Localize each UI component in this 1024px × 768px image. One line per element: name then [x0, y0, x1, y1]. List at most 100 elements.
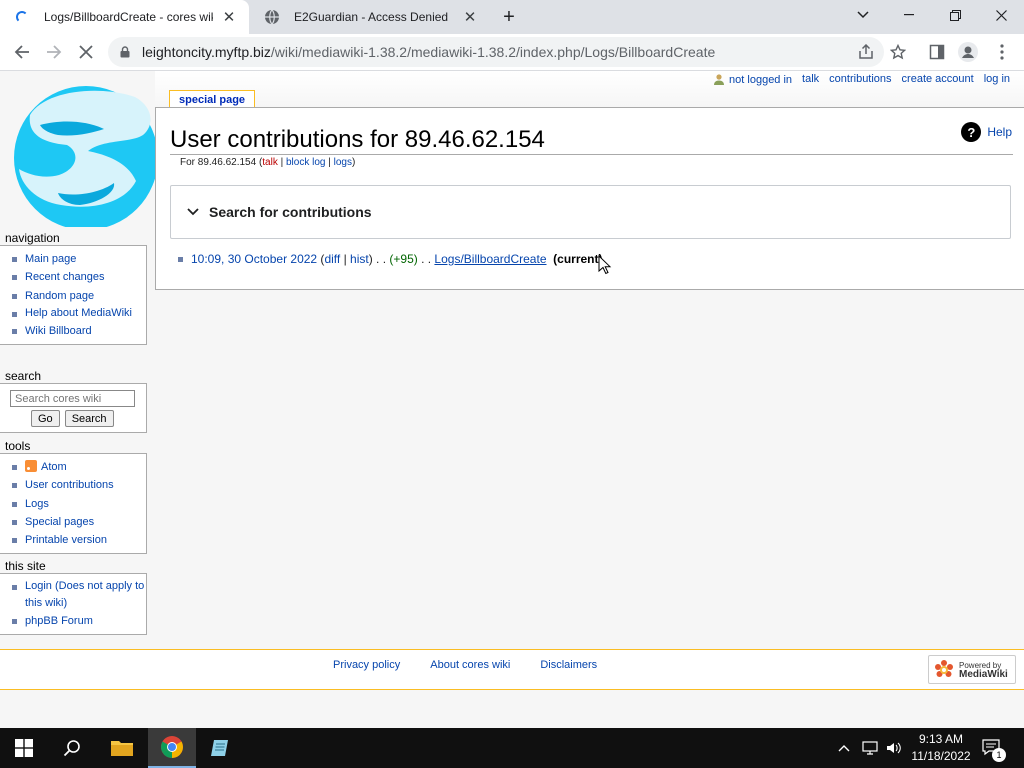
tools-body: Atom User contributions Logs Special pag… — [0, 453, 147, 555]
sidebar-link[interactable]: Login (Does not apply to this wiki) — [25, 580, 144, 609]
not-logged-in-item: not logged in — [713, 73, 792, 86]
chevron-down-icon[interactable] — [187, 208, 201, 216]
subtitle-suffix: ) — [351, 157, 356, 168]
current-marker: (current) — [553, 252, 603, 266]
contribution-timestamp-link[interactable]: 10:09, 30 October 2022 — [191, 252, 317, 266]
taskbar-search-button[interactable] — [48, 728, 96, 768]
bookmark-star-icon[interactable] — [888, 42, 908, 62]
search-input[interactable] — [10, 390, 135, 407]
sidebar-link[interactable]: User contributions — [25, 479, 114, 491]
sidebar-item-atom: Atom — [10, 458, 146, 476]
personal-tools: not logged in talk contributions create … — [713, 73, 1010, 86]
minimize-button[interactable] — [886, 0, 932, 30]
sidebar-link[interactable]: Recent changes — [25, 271, 105, 283]
privacy-policy-link[interactable]: Privacy policy — [333, 659, 400, 671]
sidebar-link[interactable]: Special pages — [25, 516, 94, 528]
rss-feed-icon[interactable] — [25, 460, 37, 472]
sidebar-link[interactable]: Help about MediaWiki — [25, 307, 132, 319]
sidebar-item-printable-version: Printable version — [10, 531, 146, 549]
show-hidden-icons-chevron[interactable] — [838, 728, 850, 768]
volume-icon[interactable] — [886, 728, 902, 768]
notepad-taskbar-button[interactable] — [196, 728, 244, 768]
close-tab-icon[interactable]: ✕ — [221, 9, 237, 26]
help-icon[interactable]: ? — [961, 122, 982, 142]
search-portlet: search Go Search — [0, 369, 147, 433]
contributions-subtitle: For 89.46.62.154 (talk | block log | log… — [180, 157, 355, 168]
powered-by-text: Powered by MediaWiki — [959, 661, 1008, 680]
tab-search-chevron-icon[interactable] — [840, 0, 886, 30]
chevron-up-icon — [838, 745, 850, 752]
tab-title: Logs/BillboardCreate - cores wiki — [44, 10, 213, 24]
sidebar-item-logs: Logs — [10, 495, 146, 513]
user-talk-link[interactable]: talk — [262, 157, 278, 168]
about-link[interactable]: About cores wiki — [430, 659, 510, 671]
diff-link[interactable]: diff — [324, 252, 340, 266]
entry-punctuation: ( — [317, 252, 325, 266]
block-log-link[interactable]: block log — [286, 157, 325, 168]
chrome-icon — [161, 736, 183, 758]
sidebar-link[interactable]: Random page — [25, 290, 94, 302]
windows-logo-icon — [15, 739, 33, 757]
sidebar-item-wiki-billboard: Wiki Billboard — [10, 322, 146, 340]
file-explorer-button[interactable] — [98, 728, 146, 768]
restore-button[interactable] — [932, 0, 978, 30]
contributions-link[interactable]: contributions — [829, 73, 891, 86]
chrome-taskbar-button[interactable] — [148, 728, 196, 768]
browser-tab-inactive[interactable]: E2Guardian - Access Denied ✕ — [250, 0, 490, 34]
side-panel-icon[interactable] — [927, 42, 947, 62]
logs-link[interactable]: logs — [334, 157, 352, 168]
search-contributions-label[interactable]: Search for contributions — [209, 204, 372, 220]
close-window-button[interactable] — [978, 0, 1024, 30]
notifications-button[interactable]: 1 — [982, 728, 1006, 768]
tab-special-page[interactable]: special page — [169, 90, 256, 108]
start-button[interactable] — [0, 728, 48, 768]
address-bar[interactable]: leightoncity.myftp.biz/wiki/mediawiki-1.… — [108, 37, 884, 67]
this-site-body: Login (Does not apply to this wiki) phpB… — [0, 573, 147, 636]
sidebar-link[interactable]: Wiki Billboard — [25, 325, 92, 337]
help-link[interactable]: ? Help — [961, 122, 1012, 142]
loading-spinner-icon — [14, 9, 30, 25]
create-account-link[interactable]: create account — [902, 73, 974, 86]
not-logged-in-link[interactable]: not logged in — [729, 74, 792, 86]
powered-by-mediawiki-badge[interactable]: Powered by MediaWiki — [928, 655, 1016, 684]
new-tab-button[interactable]: + — [497, 5, 521, 29]
hist-link[interactable]: hist — [350, 252, 369, 266]
sidebar-item-special-pages: Special pages — [10, 513, 146, 531]
browser-tab-strip: Logs/BillboardCreate - cores wiki ✕ E2Gu… — [0, 0, 1024, 34]
talk-link[interactable]: talk — [802, 73, 819, 86]
search-contributions-panel[interactable]: Search for contributions — [170, 185, 1011, 239]
help-label[interactable]: Help — [987, 125, 1012, 139]
subtitle-prefix: For 89.46.62.154 ( — [180, 157, 263, 168]
entry-punctuation: . . — [417, 252, 435, 266]
wiki-logo[interactable] — [0, 85, 158, 230]
close-tab-icon[interactable]: ✕ — [462, 9, 478, 26]
forward-button[interactable] — [40, 38, 68, 66]
search-button[interactable]: Search — [64, 410, 114, 427]
profile-avatar-icon[interactable] — [958, 42, 978, 62]
go-button[interactable]: Go — [31, 410, 60, 427]
network-icon[interactable] — [862, 728, 880, 768]
page-link[interactable]: Logs/BillboardCreate — [434, 252, 546, 266]
stop-loading-button[interactable] — [72, 38, 100, 66]
log-in-link[interactable]: log in — [984, 73, 1010, 86]
size-change: (+95) — [389, 252, 418, 266]
browser-menu-icon[interactable] — [992, 42, 1012, 62]
sidebar-link[interactable]: Atom — [41, 461, 67, 473]
disclaimers-link[interactable]: Disclaimers — [540, 659, 597, 671]
user-icon — [714, 74, 725, 85]
url-host: leightoncity.myftp.biz — [142, 44, 271, 60]
taskbar-clock[interactable]: 9:13 AM 11/18/2022 — [908, 731, 974, 765]
share-icon[interactable] — [856, 42, 876, 62]
sidebar-item-recent-changes: Recent changes — [10, 268, 146, 286]
entry-punctuation: ) . . — [368, 252, 390, 266]
back-button[interactable] — [8, 38, 36, 66]
lock-icon[interactable] — [118, 46, 132, 58]
sidebar-link[interactable]: Logs — [25, 498, 49, 510]
windows-taskbar: 9:13 AM 11/18/2022 1 — [0, 728, 1024, 768]
browser-tab-active[interactable]: Logs/BillboardCreate - cores wiki ✕ — [0, 0, 249, 34]
sidebar-link[interactable]: Main page — [25, 253, 76, 265]
sidebar-link[interactable]: phpBB Forum — [25, 615, 93, 627]
sidebar-link[interactable]: Printable version — [25, 534, 107, 546]
globe-icon — [264, 9, 280, 25]
list-bullet — [178, 256, 183, 262]
